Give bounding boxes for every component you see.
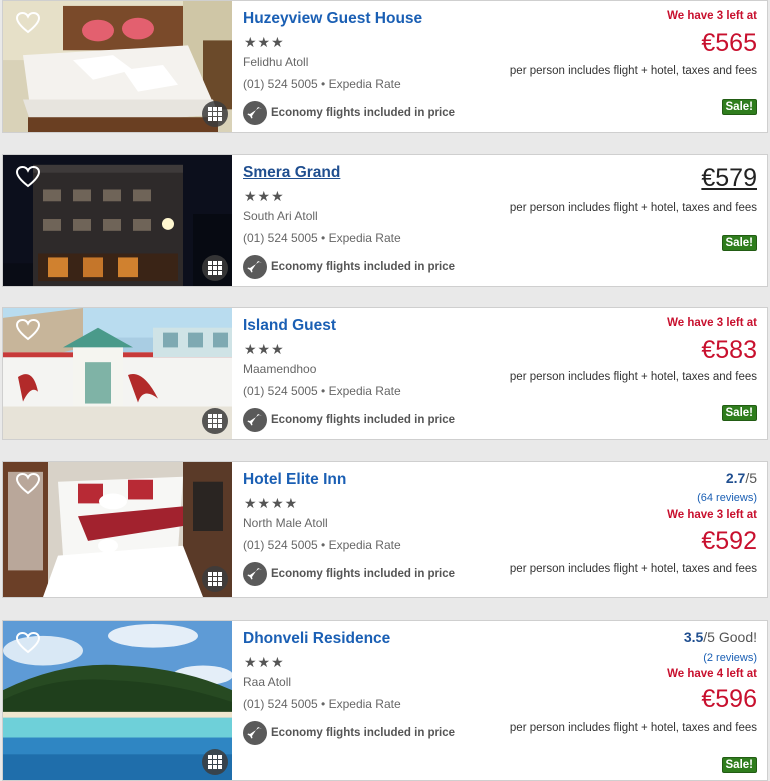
gallery-button[interactable] (202, 408, 228, 434)
hotel-photo[interactable] (3, 621, 232, 780)
flights-included: Economy flights included in price (243, 255, 455, 279)
gallery-button[interactable] (202, 255, 228, 281)
price-note: per person includes flight + hotel, taxe… (509, 65, 757, 77)
hotel-phone: (01) 524 5005 • Expedia Rate (243, 231, 401, 245)
hotel-location: Maamendhoo (243, 362, 317, 376)
price-note: per person includes flight + hotel, taxe… (509, 371, 757, 383)
gallery-button[interactable] (202, 566, 228, 592)
hotel-name-link[interactable]: Dhonveli Residence (243, 630, 390, 648)
hotel-info: Dhonveli Residence ★★★ Raa Atoll (01) 52… (243, 621, 523, 780)
price[interactable]: €592 (701, 527, 757, 556)
flights-included: Economy flights included in price (243, 562, 455, 586)
airplane-icon (243, 255, 267, 279)
hotel-card[interactable]: Huzeyview Guest House ★★★ Felidhu Atoll … (2, 0, 768, 133)
rating-suffix: /5 (745, 470, 757, 486)
availability-alert: We have 3 left at (667, 317, 757, 329)
price[interactable]: €583 (701, 336, 757, 365)
heart-icon[interactable] (15, 165, 41, 189)
gallery-button[interactable] (202, 101, 228, 127)
hotel-info: Hotel Elite Inn ★★★★ North Male Atoll (0… (243, 462, 523, 597)
heart-icon[interactable] (15, 472, 41, 496)
hotel-photo[interactable] (3, 308, 232, 439)
hotel-card[interactable]: Dhonveli Residence ★★★ Raa Atoll (01) 52… (2, 620, 768, 781)
price-panel: 2.7/5 (64 reviews) We have 3 left at €59… (507, 462, 757, 597)
hotel-card[interactable]: Hotel Elite Inn ★★★★ North Male Atoll (0… (2, 461, 768, 598)
star-rating: ★★★ (244, 34, 285, 50)
flights-text: Economy flights included in price (271, 261, 456, 273)
sale-badge: Sale! (721, 405, 757, 421)
availability-alert: We have 3 left at (667, 509, 757, 521)
reviews-link[interactable]: (64 reviews) (697, 492, 757, 504)
price-note: per person includes flight + hotel, taxe… (509, 563, 757, 575)
hotel-info: Smera Grand ★★★ South Ari Atoll (01) 524… (243, 155, 523, 286)
availability-alert: We have 3 left at (667, 10, 757, 22)
flights-text: Economy flights included in price (271, 107, 456, 119)
hotel-name-link[interactable]: Smera Grand (243, 164, 340, 182)
hotel-location: South Ari Atoll (243, 209, 318, 223)
star-rating: ★★★ (244, 341, 285, 357)
price-panel: 3.5/5 Good! (2 reviews) We have 4 left a… (507, 621, 757, 780)
flights-text: Economy flights included in price (271, 414, 456, 426)
hotel-location: Felidhu Atoll (243, 55, 309, 69)
sale-badge: Sale! (721, 235, 757, 251)
heart-icon[interactable] (15, 631, 41, 655)
rating-score: 2.7 (725, 470, 746, 486)
hotel-photo[interactable] (3, 155, 232, 286)
rating-score: 3.5 (683, 629, 704, 645)
grid-icon (208, 572, 222, 586)
hotel-info: Huzeyview Guest House ★★★ Felidhu Atoll … (243, 1, 523, 132)
hotel-name-link[interactable]: Island Guest (243, 317, 336, 335)
hotel-phone: (01) 524 5005 • Expedia Rate (243, 384, 401, 398)
grid-icon (208, 755, 222, 769)
hotel-card[interactable]: Smera Grand ★★★ South Ari Atoll (01) 524… (2, 154, 768, 287)
hotel-phone: (01) 524 5005 • Expedia Rate (243, 77, 401, 91)
hotel-name-link[interactable]: Huzeyview Guest House (243, 10, 422, 28)
heart-icon[interactable] (15, 318, 41, 342)
reviews-link[interactable]: (2 reviews) (703, 652, 757, 664)
price[interactable]: €579 (701, 164, 757, 193)
flights-text: Economy flights included in price (271, 727, 456, 739)
price-panel: €579 per person includes flight + hotel,… (507, 155, 757, 286)
flights-text: Economy flights included in price (271, 568, 456, 580)
grid-icon (208, 261, 222, 275)
grid-icon (208, 107, 222, 121)
hotel-info: Island Guest ★★★ Maamendhoo (01) 524 500… (243, 308, 523, 439)
price[interactable]: €565 (701, 29, 757, 58)
heart-icon[interactable] (15, 11, 41, 35)
star-rating: ★★★★ (244, 495, 299, 511)
availability-alert: We have 4 left at (667, 668, 757, 680)
hotel-location: Raa Atoll (243, 675, 292, 689)
airplane-icon (243, 562, 267, 586)
star-rating: ★★★ (244, 188, 285, 204)
airplane-icon (243, 101, 267, 125)
sale-badge: Sale! (721, 757, 757, 773)
hotel-photo[interactable] (3, 1, 232, 132)
rating-suffix: /5 Good! (703, 629, 757, 645)
star-rating: ★★★ (244, 654, 285, 670)
price-note: per person includes flight + hotel, taxe… (509, 202, 757, 214)
price[interactable]: €596 (701, 685, 757, 714)
airplane-icon (243, 408, 267, 432)
sale-badge: Sale! (721, 99, 757, 115)
price-panel: We have 3 left at €583 per person includ… (507, 308, 757, 439)
hotel-name-link[interactable]: Hotel Elite Inn (243, 471, 346, 489)
hotel-card[interactable]: Island Guest ★★★ Maamendhoo (01) 524 500… (2, 307, 768, 440)
flights-included: Economy flights included in price (243, 101, 455, 125)
grid-icon (208, 414, 222, 428)
flights-included: Economy flights included in price (243, 721, 455, 745)
airplane-icon (243, 721, 267, 745)
guest-rating: 2.7/5 (726, 470, 757, 486)
hotel-photo[interactable] (3, 462, 232, 597)
hotel-phone: (01) 524 5005 • Expedia Rate (243, 697, 401, 711)
guest-rating: 3.5/5 Good! (684, 629, 757, 645)
flights-included: Economy flights included in price (243, 408, 455, 432)
gallery-button[interactable] (202, 749, 228, 775)
price-note: per person includes flight + hotel, taxe… (509, 722, 757, 734)
hotel-phone: (01) 524 5005 • Expedia Rate (243, 538, 401, 552)
hotel-location: North Male Atoll (243, 516, 328, 530)
price-panel: We have 3 left at €565 per person includ… (507, 1, 757, 132)
